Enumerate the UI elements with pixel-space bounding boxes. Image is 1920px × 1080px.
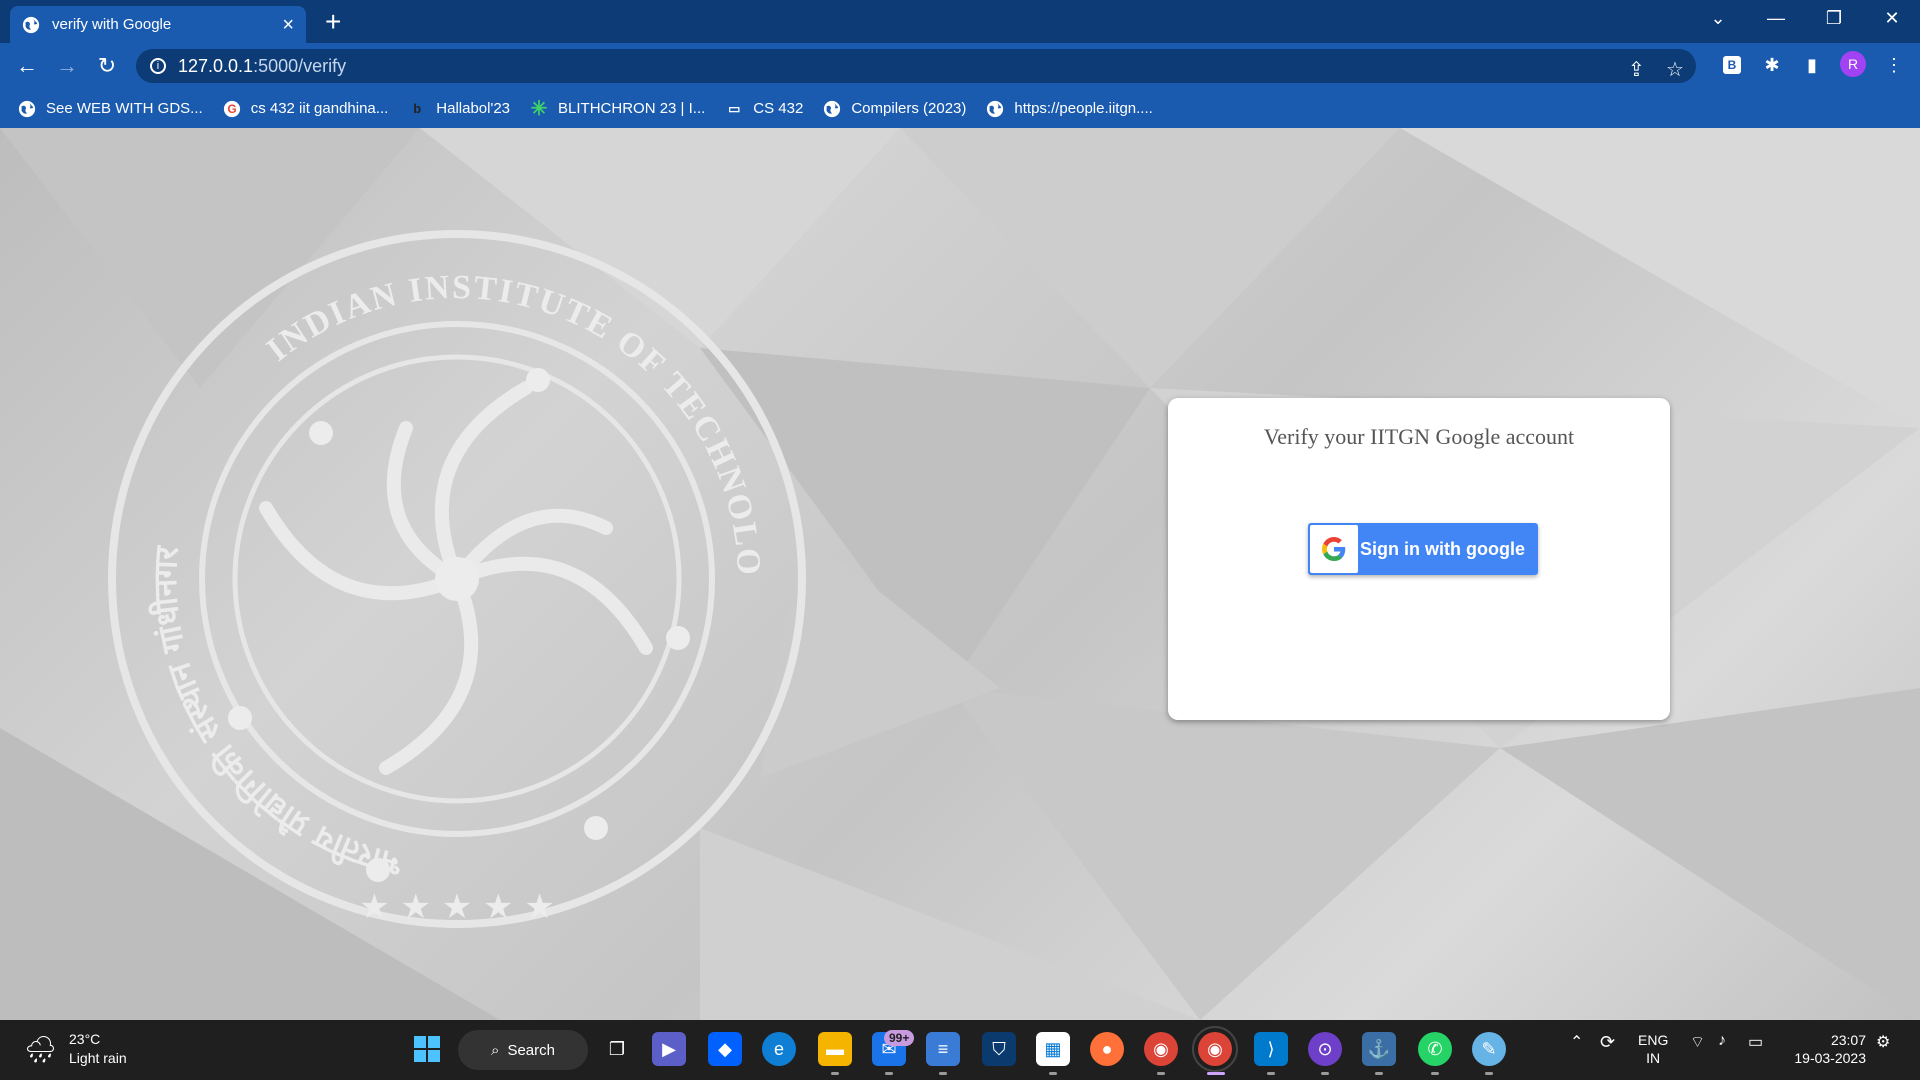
bookmark-item[interactable]: Compilers (2023)	[823, 100, 966, 118]
globe-icon	[823, 100, 841, 118]
security-shield-icon[interactable]: ⛉	[982, 1032, 1016, 1066]
globe-icon	[986, 100, 1004, 118]
minimize-button[interactable]: —	[1748, 0, 1804, 36]
file-explorer-icon[interactable]: ▬	[818, 1032, 852, 1066]
url-path: :5000/verify	[253, 55, 347, 76]
vscode-icon[interactable]: ⟩	[1254, 1032, 1288, 1066]
sync-icon[interactable]: ⟳	[1600, 1032, 1615, 1053]
reload-button[interactable]: ↻	[92, 51, 122, 81]
google-icon: G	[223, 100, 241, 118]
search-label: Search	[507, 1041, 555, 1059]
weather-widget[interactable]: 🌧 23°C Light rain	[24, 1030, 127, 1068]
verify-card: Verify your IITGN Google account Sign in…	[1168, 398, 1670, 720]
bookmark-item[interactable]: ▭ CS 432	[725, 100, 803, 118]
weather-rain-icon: 🌧	[24, 1033, 58, 1064]
profile-avatar[interactable]: R	[1840, 51, 1866, 77]
bookmark-label: https://people.iitgn....	[1014, 100, 1153, 117]
region-code: IN	[1646, 1050, 1661, 1066]
svg-text:G: G	[227, 103, 236, 116]
browser-toolbar: ← → ↻ i 127.0.0.1:5000/verify ⇪ ☆ B ✱ ▮ …	[0, 43, 1920, 89]
clock-date: 19-03-2023	[1794, 1050, 1866, 1066]
google-sign-in-button[interactable]: Sign in with google	[1308, 523, 1538, 575]
whatsapp-icon[interactable]: ✆	[1418, 1032, 1452, 1066]
battery-icon[interactable]: ▭	[1748, 1032, 1763, 1052]
globe-icon	[22, 16, 40, 33]
url-host: 127.0.0.1	[178, 55, 254, 76]
notepad-icon[interactable]: ≡	[926, 1032, 960, 1066]
clock-time: 23:07	[1830, 1032, 1866, 1048]
windows-taskbar: 🌧 23°C Light rain ⌕ Search ❐ ▶ ◆ e ▬ ✉ 9…	[0, 1020, 1920, 1080]
classroom-icon: ▭	[728, 100, 741, 116]
browser-titlebar: verify with Google × + ⌄ — ❐ ✕	[0, 0, 1920, 43]
paint-icon[interactable]: ✎	[1472, 1032, 1506, 1066]
taskbar-search[interactable]: ⌕ Search	[458, 1030, 588, 1070]
tab-title: verify with Google	[52, 16, 172, 33]
site-info-icon[interactable]: i	[150, 58, 166, 74]
search-icon: ⌕	[491, 1041, 500, 1059]
tray-overflow-chevron-icon[interactable]: ⌃	[1570, 1032, 1583, 1052]
language-indicator[interactable]: ENG IN	[1638, 1031, 1668, 1067]
weather-temperature: 23°C	[69, 1031, 101, 1047]
extensions-puzzle-icon[interactable]: ✱	[1760, 53, 1784, 77]
tab-search-icon[interactable]: ⌄	[1690, 0, 1746, 36]
chrome-active-icon[interactable]: ◉	[1192, 1026, 1238, 1072]
iitgn-seal-logo: INDIAN INSTITUTE OF TECHNOLOGY GANDHINAG…	[106, 228, 806, 928]
task-view-icon[interactable]: ❐	[600, 1032, 634, 1066]
bookmark-item[interactable]: See WEB WITH GDS...	[18, 100, 203, 118]
restore-button[interactable]: ❐	[1806, 0, 1862, 36]
card-title: Verify your IITGN Google account	[1263, 424, 1575, 449]
globe-icon	[18, 100, 36, 118]
windows-start-icon[interactable]	[410, 1032, 444, 1066]
address-bar[interactable]: i 127.0.0.1:5000/verify ⇪ ☆	[136, 49, 1696, 83]
extension-b-icon[interactable]: B	[1723, 56, 1741, 74]
asterisk-icon: ✳	[530, 98, 548, 120]
seal-stars: ★ ★ ★ ★ ★	[359, 887, 555, 927]
notification-bell-icon[interactable]: ⚙	[1876, 1032, 1890, 1052]
microsoft-store-icon[interactable]: ▦	[1036, 1032, 1070, 1066]
close-tab-icon[interactable]: ×	[282, 15, 294, 35]
clock[interactable]: 23:07 19-03-2023	[1790, 1031, 1866, 1067]
bookmark-label: BLITHCHRON 23 | I...	[558, 100, 706, 117]
teams-chat-icon[interactable]: ▶	[652, 1032, 686, 1066]
github-desktop-icon[interactable]: ⊙	[1308, 1032, 1342, 1066]
bookmark-label: Hallabol'23	[436, 100, 511, 117]
bookmark-label: See WEB WITH GDS...	[46, 100, 203, 117]
sign-in-label: Sign in with google	[1360, 538, 1525, 559]
side-panel-icon[interactable]: ▮	[1800, 53, 1824, 77]
firefox-icon[interactable]: ●	[1090, 1032, 1124, 1066]
bookmark-item[interactable]: G cs 432 iit gandhina...	[223, 100, 389, 118]
bookmark-label: CS 432	[753, 100, 804, 117]
google-g-icon	[1310, 525, 1358, 573]
dropbox-icon[interactable]: ◆	[708, 1032, 742, 1066]
volume-icon[interactable]: ♪	[1718, 1032, 1726, 1050]
close-window-button[interactable]: ✕	[1864, 0, 1920, 36]
new-tab-button[interactable]: +	[325, 8, 341, 36]
back-button[interactable]: ←	[12, 51, 42, 81]
menu-kebab-icon[interactable]: ⋮	[1882, 53, 1906, 77]
browser-tab[interactable]: verify with Google ×	[10, 6, 306, 43]
bookmark-star-icon[interactable]: ☆	[1666, 57, 1684, 82]
weather-condition: Light rain	[69, 1050, 127, 1066]
mail-badge: 99+	[884, 1030, 915, 1046]
wifi-icon[interactable]: ⌔	[1690, 1032, 1705, 1052]
bookmarks-bar: See WEB WITH GDS... G cs 432 iit gandhin…	[0, 89, 1920, 128]
forward-button[interactable]: →	[52, 51, 82, 81]
bookmark-label: cs 432 iit gandhina...	[250, 100, 389, 117]
b-logo-icon: b	[413, 101, 422, 116]
page-content: INDIAN INSTITUTE OF TECHNOLOGY GANDHINAG…	[0, 128, 1920, 1020]
language-code: ENG	[1638, 1032, 1669, 1048]
mysql-workbench-icon[interactable]: ⚓	[1362, 1032, 1396, 1066]
bookmark-item[interactable]: b Hallabol'23	[408, 100, 510, 118]
bookmark-item[interactable]: ✳ BLITHCHRON 23 | I...	[530, 98, 706, 120]
bookmark-item[interactable]: https://people.iitgn....	[986, 100, 1153, 118]
chrome-profile-icon[interactable]: ◉	[1144, 1032, 1178, 1066]
bookmark-label: Compilers (2023)	[851, 100, 967, 117]
share-icon[interactable]: ⇪	[1628, 57, 1645, 82]
edge-icon[interactable]: e	[762, 1032, 796, 1066]
